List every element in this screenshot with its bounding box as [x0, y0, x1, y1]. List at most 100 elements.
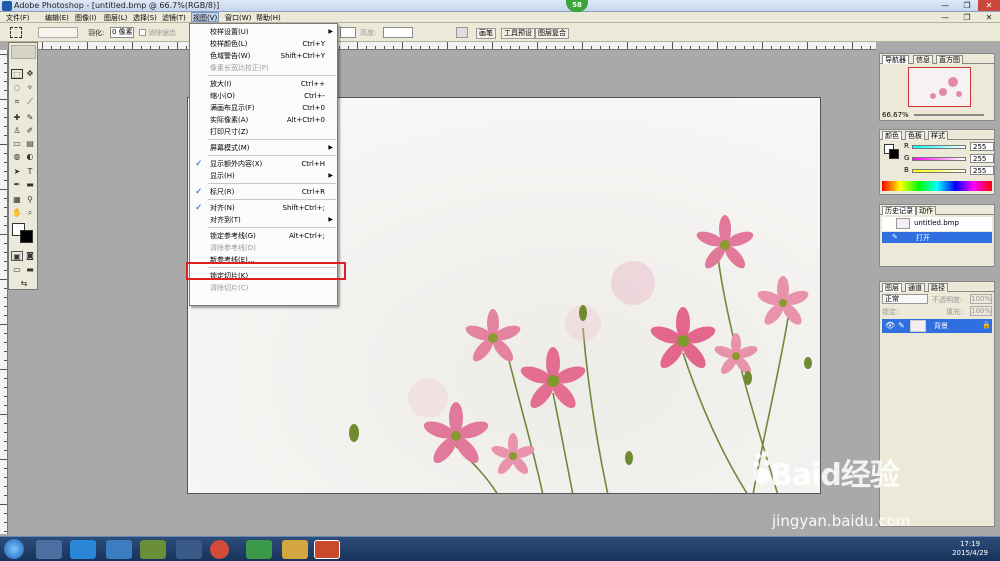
minimize-button[interactable]: — [934, 0, 956, 11]
internet-explorer-icon[interactable] [70, 540, 96, 559]
start-button-icon[interactable] [4, 539, 24, 559]
brush-tool-icon[interactable]: ✎ [24, 113, 36, 123]
taskbar-app-icon-5[interactable] [176, 540, 202, 559]
layer-visibility-eye-icon[interactable]: 👁 [885, 321, 895, 330]
selection-mode-buttons[interactable] [38, 27, 78, 38]
menu-image[interactable]: 图像(I) [75, 13, 97, 23]
taskbar-app-icon-1[interactable] [36, 540, 62, 559]
standard-mode-icon[interactable]: ▣ [11, 251, 23, 261]
taskbar-clock[interactable]: 17:19 2015/4/29 [952, 540, 988, 558]
menu-edit[interactable]: 编辑(E) [45, 13, 69, 23]
zoom-tool-icon[interactable]: ⌕ [24, 208, 36, 218]
tab-channels[interactable]: 通道 [905, 283, 925, 292]
tab-navigator[interactable]: 导航器 [882, 55, 909, 64]
red-value[interactable]: 255 [970, 142, 994, 151]
menu-layer[interactable]: 图层(L) [104, 13, 127, 23]
opacity-input[interactable]: 100% [970, 294, 992, 304]
menu-file[interactable]: 文件(F) [6, 13, 30, 23]
maximize-button[interactable]: ❐ [956, 0, 978, 11]
fill-input[interactable]: 100% [970, 306, 992, 316]
red-slider[interactable]: R 255 [904, 142, 994, 152]
layer-row-background[interactable]: 👁 ✎ 背景 🔒 [882, 319, 992, 333]
shape-tool-icon[interactable]: ▬ [24, 180, 36, 190]
view-menu-item-26[interactable]: 清除切片(C) [190, 282, 337, 294]
notes-tool-icon[interactable]: ▦ [11, 195, 23, 205]
tab-actions[interactable]: 动作 [916, 206, 936, 215]
tab-histogram[interactable]: 直方图 [936, 55, 963, 64]
menu-view[interactable]: 视图(V) [191, 12, 220, 22]
dodge-tool-icon[interactable]: ◐ [24, 152, 36, 162]
color-bg-swatch[interactable] [889, 149, 899, 159]
taskbar-app-icon-7[interactable] [246, 540, 272, 559]
view-menu-item-0[interactable]: 校样设置(U) ▶ [190, 26, 337, 38]
tab-brushes[interactable]: 画笔 [476, 28, 496, 39]
width-input[interactable] [340, 27, 356, 38]
menu-select[interactable]: 选择(S) [133, 13, 157, 23]
eyedropper-tool-icon[interactable]: ⚲ [24, 195, 36, 205]
tab-paths[interactable]: 路径 [928, 283, 948, 292]
doc-close-button[interactable]: ✕ [978, 12, 1000, 23]
view-menu-item-16[interactable]: ✓ 标尺(R) Ctrl+R [190, 186, 337, 198]
blue-slider[interactable]: B 255 [904, 166, 994, 176]
menu-filter[interactable]: 滤镜(T) [162, 13, 186, 23]
crop-tool-icon[interactable]: ⌗ [11, 97, 23, 107]
tab-layers[interactable]: 图层 [882, 283, 902, 292]
path-select-tool-icon[interactable]: ➤ [11, 167, 23, 177]
blue-bar[interactable] [912, 169, 966, 173]
view-menu-item-5[interactable]: 放大(I) Ctrl++ [190, 78, 337, 90]
fullscreen-mode-icon[interactable]: ▬ [24, 265, 36, 275]
vertical-ruler[interactable] [0, 50, 8, 534]
lasso-tool-icon[interactable]: ◌ [11, 83, 23, 93]
tab-info[interactable]: 信息 [913, 55, 933, 64]
background-color-swatch[interactable] [20, 230, 33, 243]
tab-styles[interactable]: 样式 [928, 131, 948, 140]
photoshop-taskbar-icon[interactable] [314, 540, 340, 559]
screen-mode-icon[interactable]: ▭ [11, 265, 23, 275]
close-button[interactable]: ✕ [978, 0, 1000, 11]
horizontal-ruler[interactable] [38, 42, 876, 50]
tab-color[interactable]: 颜色 [882, 131, 902, 140]
quick-mask-mode-icon[interactable]: ◙ [24, 251, 36, 261]
view-menu-item-19[interactable]: 对齐到(T) ▶ [190, 214, 337, 226]
pen-tool-icon[interactable]: ✒ [11, 180, 23, 190]
history-brush-tool-icon[interactable]: ✐ [24, 126, 36, 136]
palette-well-icon[interactable] [456, 27, 468, 38]
blue-value[interactable]: 255 [970, 166, 994, 175]
blur-tool-icon[interactable]: ◍ [11, 152, 23, 162]
view-menu-item-21[interactable]: 锁定参考线(G) Alt+Ctrl+; [190, 230, 337, 242]
rect-marquee-tool-icon[interactable]: ⬚ [11, 69, 23, 79]
green-bar[interactable] [912, 157, 966, 161]
tab-swatches[interactable]: 色板 [905, 131, 925, 140]
healing-brush-tool-icon[interactable]: ✚ [11, 113, 23, 123]
tab-layer-comps[interactable]: 图层复合 [535, 28, 569, 39]
view-menu-item-11[interactable]: 屏幕模式(M) ▶ [190, 142, 337, 154]
hand-tool-icon[interactable]: ✋ [11, 208, 23, 218]
color-spectrum-bar[interactable] [882, 181, 992, 191]
tab-history[interactable]: 历史记录 [882, 206, 916, 215]
gradient-tool-icon[interactable]: ▤ [24, 139, 36, 149]
doc-restore-button[interactable]: ❐ [956, 12, 978, 23]
tab-tool-presets[interactable]: 工具预设 [501, 28, 535, 39]
eraser-tool-icon[interactable]: ▭ [11, 139, 23, 149]
antialias-checkbox[interactable] [139, 29, 146, 36]
chrome-icon[interactable] [210, 540, 229, 559]
green-slider[interactable]: G 255 [904, 154, 994, 164]
magic-wand-tool-icon[interactable]: ✧ [24, 83, 36, 93]
height-input[interactable] [383, 27, 413, 38]
view-menu-item-18[interactable]: ✓ 对齐(N) Shift+Ctrl+; [190, 202, 337, 214]
marquee-icon[interactable] [10, 27, 22, 38]
red-bar[interactable] [912, 145, 966, 149]
view-menu-item-8[interactable]: 实际像素(A) Alt+Ctrl+0 [190, 114, 337, 126]
taskbar-app-icon-4[interactable] [140, 540, 166, 559]
view-menu-item-22[interactable]: 清除参考线(D) [190, 242, 337, 254]
view-menu-item-6[interactable]: 缩小(O) Ctrl+- [190, 90, 337, 102]
history-snapshot-row[interactable]: untitled.bmp [882, 217, 992, 231]
view-menu-item-14[interactable]: 显示(H) ▶ [190, 170, 337, 182]
view-menu-item-3[interactable]: 像素长宽比校正(P) [190, 62, 337, 74]
taskbar-app-icon-3[interactable] [106, 540, 132, 559]
type-tool-icon[interactable]: T [24, 167, 36, 177]
menu-window[interactable]: 窗口(W) [225, 13, 251, 23]
menu-help[interactable]: 帮助(H) [256, 13, 281, 23]
file-explorer-icon[interactable] [282, 540, 308, 559]
view-menu-item-13[interactable]: ✓ 显示额外内容(X) Ctrl+H [190, 158, 337, 170]
